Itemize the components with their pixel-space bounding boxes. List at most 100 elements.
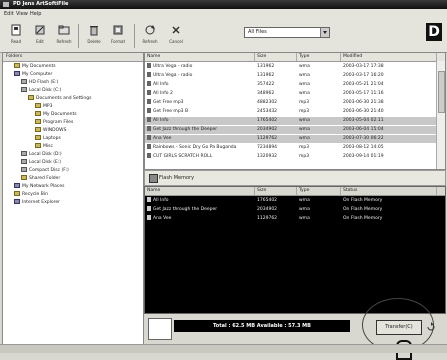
drive-icon [21,159,27,164]
flash-memory-icon [149,174,158,183]
scroll-thumb[interactable] [438,71,445,113]
music-file-icon [147,108,151,113]
table-row[interactable]: All Info 1765402 wma 2003-05-04 02:11 [145,117,445,125]
table-cell: 7234894 [257,145,278,150]
menu-edit[interactable]: Edit [4,11,14,17]
tree-header: Folders [3,53,143,62]
flash-file-list[interactable]: Name Size Type Status All Info 1765402 wma… [144,186,446,314]
read-button[interactable]: Read [4,22,28,49]
tree-node-label: WINDOWS [43,128,67,133]
col-status[interactable]: Status [341,187,437,195]
tree-node[interactable]: Recycle Bin [14,191,48,198]
table-cell: wma [299,64,310,69]
drive-icon [21,87,27,92]
tree-node[interactable]: My Computer [14,71,52,78]
folder-icon [14,191,20,196]
brand-logo: D [426,23,442,41]
table-cell: Ultra Vega - radio [147,63,253,71]
tree-node[interactable]: Documents and Settings [28,95,91,102]
tree-node[interactable]: Program Files [35,119,73,126]
music-file-icon [147,72,151,77]
tree-node[interactable]: My Documents [14,63,56,70]
tree-node[interactable]: Laptops [35,135,61,142]
col-type[interactable]: Type [297,53,341,61]
tree-node-label: Internet Explorer [22,200,61,205]
music-file-icon [147,197,151,202]
table-cell: wma [299,127,310,132]
tree-node[interactable]: My Documents [35,111,77,118]
music-file-icon [147,206,151,211]
table-row[interactable]: All Info 357422 wma 2003-05-21 21:04 [145,81,445,89]
col-type[interactable]: Type [297,187,341,195]
table-cell: 2003-05-21 21:04 [343,82,384,87]
refresh-button-1[interactable]: Refresh [52,22,76,49]
chevron-down-icon[interactable] [320,28,329,37]
table-cell: wma [299,82,310,87]
col-name[interactable]: Name [145,53,255,61]
flash-memory-bar: Flash Memory [144,170,446,186]
table-row[interactable]: All Info 1765402 wma On Flash Memory [145,197,445,205]
delete-button[interactable]: Delete [82,22,106,49]
table-cell: 2034902 [257,207,278,212]
refresh-icon[interactable] [426,322,436,332]
table-row[interactable]: Ana Vee 1129762 wma On Flash Memory [145,215,445,223]
window-title: PD Jens ArtSoftiFile [13,1,69,7]
table-row[interactable]: Get Jazz through the Deeper 2034902 wma On … [145,206,445,214]
table-cell: Get Jazz through the Deeper [147,126,253,134]
tree-node[interactable]: HD Flash (E:) [21,79,58,86]
tree-node[interactable]: My Network Places [14,183,65,190]
title-bar: PD Jens ArtSoftiFile [0,0,447,9]
menu-view[interactable]: View [16,11,28,17]
refresh-button-2[interactable]: Refresh [138,22,162,49]
tree-node-label: Local Disk (D:) [29,152,62,157]
table-cell: wma [299,207,310,212]
tree-node[interactable]: WINDOWS [35,127,66,134]
folder-icon [35,127,41,132]
col-size[interactable]: Size [255,53,297,61]
table-row[interactable]: Ultra Vega - radio 131962 wma 2003-03-17 17… [145,63,445,71]
table-row[interactable]: CUT GIRLS SCRATCH ROLL 1320932 mp3 2003-09-… [145,153,445,161]
music-file-icon [147,153,151,158]
table-cell: 2003-05-17 11:16 [343,91,384,96]
table-row[interactable]: Rainbows - Sonic Dry Go Pa Buganda 723489… [145,144,445,152]
col-name[interactable]: Name [145,187,255,195]
tree-node-label: MP3 [43,104,53,109]
table-row[interactable]: Get Free mp3 4882302 mp3 2003-06-30 21:38 [145,99,445,107]
toolbar: Read Edit Refresh Delete Format Refresh … [0,19,447,53]
table-row[interactable]: Ultra Vega - radio 131962 wma 2003-03-17 16… [145,72,445,80]
toolbar-separator [78,24,79,48]
tree-node[interactable]: Internet Explorer [14,199,60,206]
menu-help[interactable]: Help [30,11,41,17]
col-modified[interactable]: Modified [341,53,437,61]
memory-status: Total : 62.5 MB Available : 57.3 MB [174,320,350,332]
table-row[interactable]: Get Jazz through the Deeper 2034902 wma 200… [145,126,445,134]
tree-node[interactable]: Misc [35,143,53,150]
format-button[interactable]: Format [106,22,130,49]
tree-node[interactable]: Local Disk (C:) [21,87,61,94]
cancel-button[interactable]: Cancel [164,22,188,49]
tree-node[interactable]: Shared Folder [21,175,60,182]
col-size[interactable]: Size [255,187,297,195]
file-list[interactable]: Name Size Type Modified Ultra Vega - rad… [144,52,446,170]
tree-node[interactable]: Compact Disc (F:) [21,167,69,174]
table-cell: Get Free mp3 B [147,108,253,116]
tree-node[interactable]: Local Disk (D:) [21,151,62,158]
folder-tree[interactable]: Folders My Documents My Computer HD Flash … [2,52,144,346]
table-row[interactable]: Get Free mp3 B 2453432 mp3 2003-06-30 21:40 [145,108,445,116]
read-icon [11,24,21,36]
tree-node[interactable]: Local Disk (E:) [21,159,61,166]
tree-node-label: My Documents [43,112,77,117]
tree-node[interactable]: MP3 [35,103,52,110]
drive-icon [21,151,27,156]
folder-icon [35,143,41,148]
file-list-scrollbar[interactable] [436,61,445,169]
table-cell: mp3 [299,145,310,150]
edit-button[interactable]: Edit [28,22,52,49]
table-row[interactable]: All Info 2 348962 wma 2003-05-17 11:16 [145,90,445,98]
transfer-button[interactable]: Transfer(C) [376,320,422,335]
table-cell: wma [299,118,310,123]
tree-node-label: Shared Folder [29,176,61,181]
table-row[interactable]: Ana Vee 1129762 wma 2003-07-30 06:22 [145,135,445,143]
file-filter-select[interactable]: All Files [244,27,330,38]
table-cell: 1129762 [257,216,278,221]
